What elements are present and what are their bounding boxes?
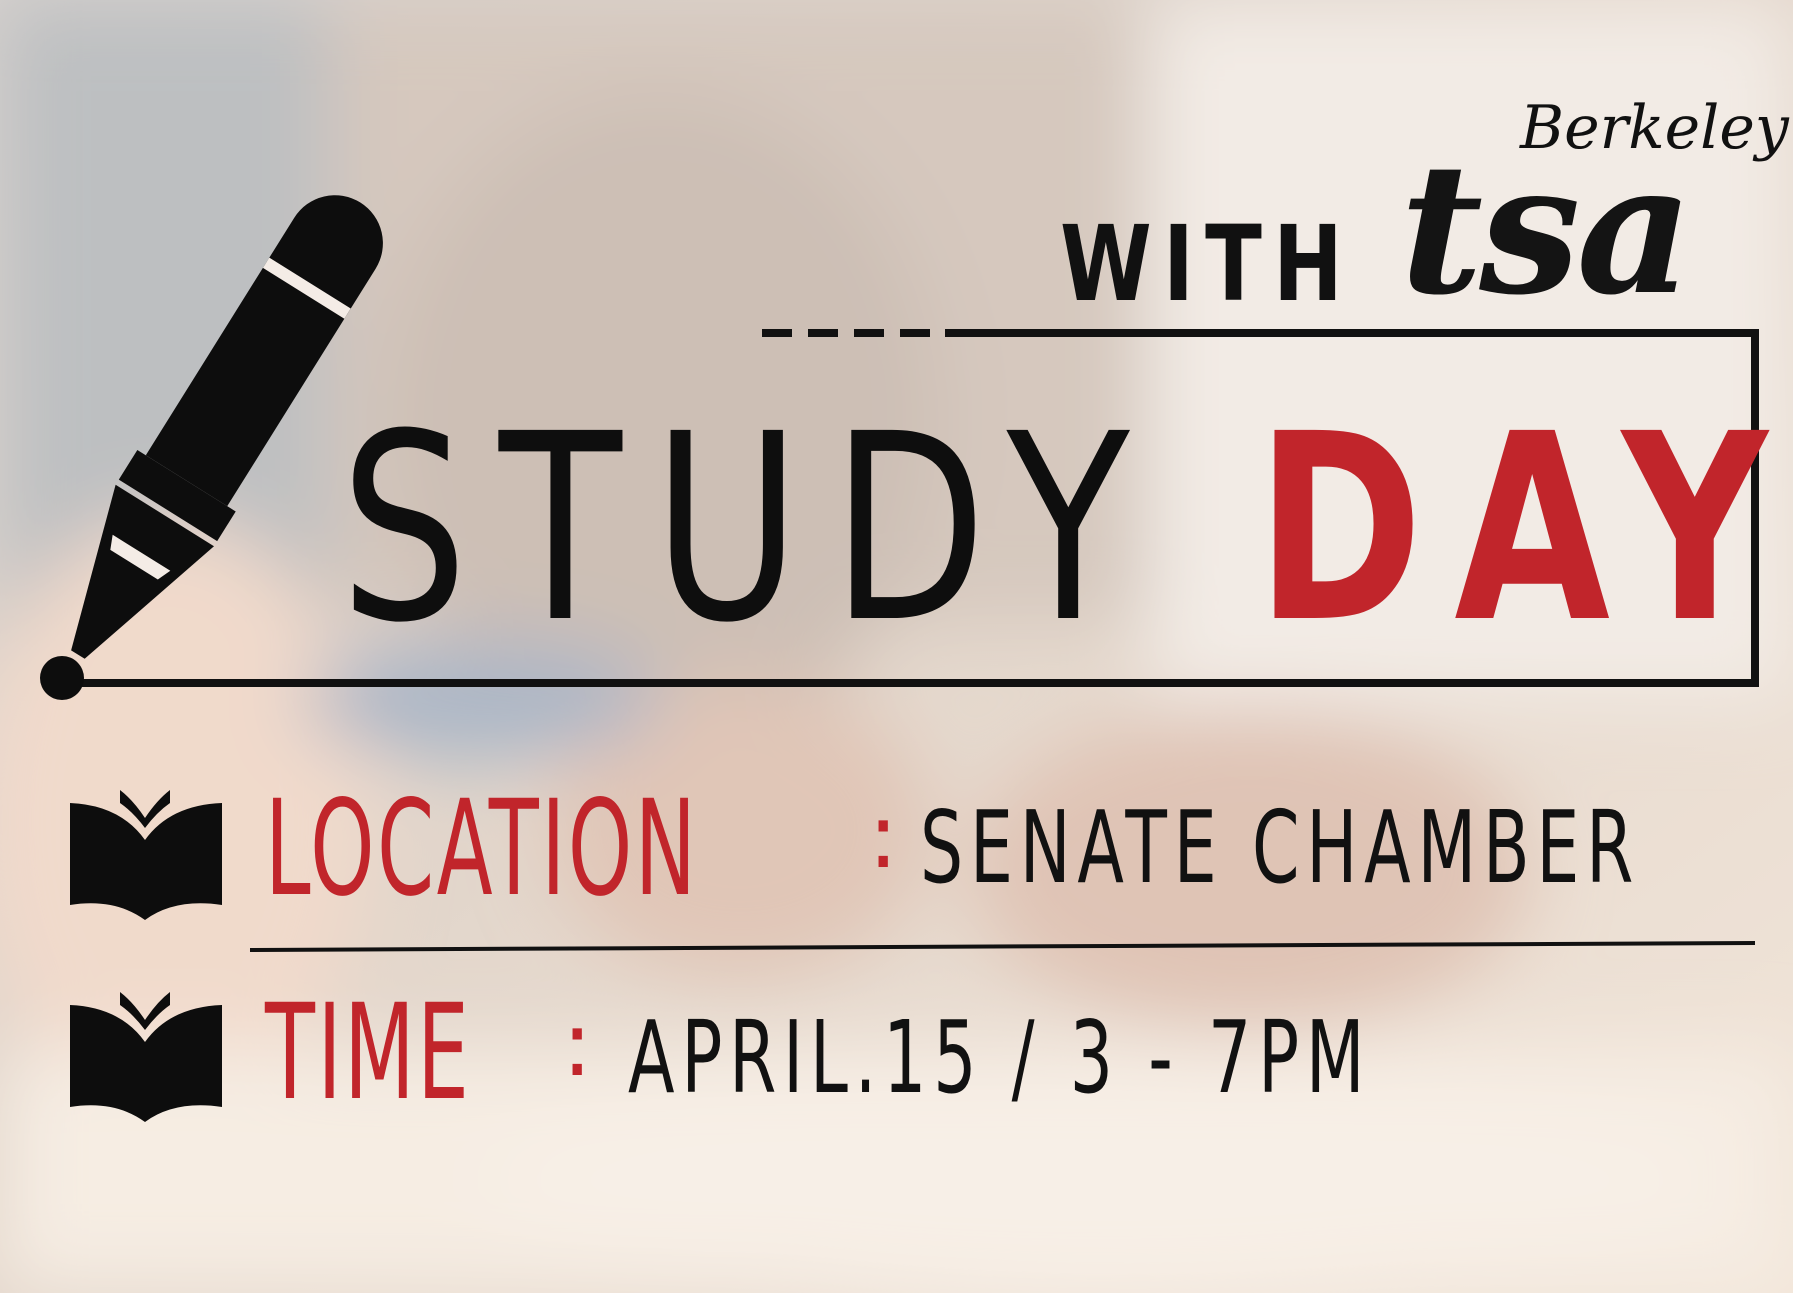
location-colon: : xyxy=(868,784,899,889)
study-day-poster: WITH Berkeley tsa STUDY DAY LOCATION : S… xyxy=(0,0,1793,1293)
with-heading: WITH xyxy=(1060,203,1354,325)
title-study: STUDY xyxy=(340,379,1161,679)
location-label: LOCATION xyxy=(265,772,699,926)
location-value: SENATE CHAMBER xyxy=(920,789,1641,906)
open-book-icon xyxy=(70,992,222,1122)
open-book-icon xyxy=(70,790,222,920)
time-colon: : xyxy=(562,992,593,1097)
time-value: APRIL.15 / 3 - 7PM xyxy=(628,999,1372,1116)
divider-line xyxy=(249,941,1756,952)
tsa-logo-text: tsa xyxy=(1400,124,1693,335)
time-label: TIME xyxy=(265,976,472,1130)
title-day: DAY xyxy=(1256,379,1793,679)
page-title: STUDY DAY xyxy=(340,400,1793,658)
